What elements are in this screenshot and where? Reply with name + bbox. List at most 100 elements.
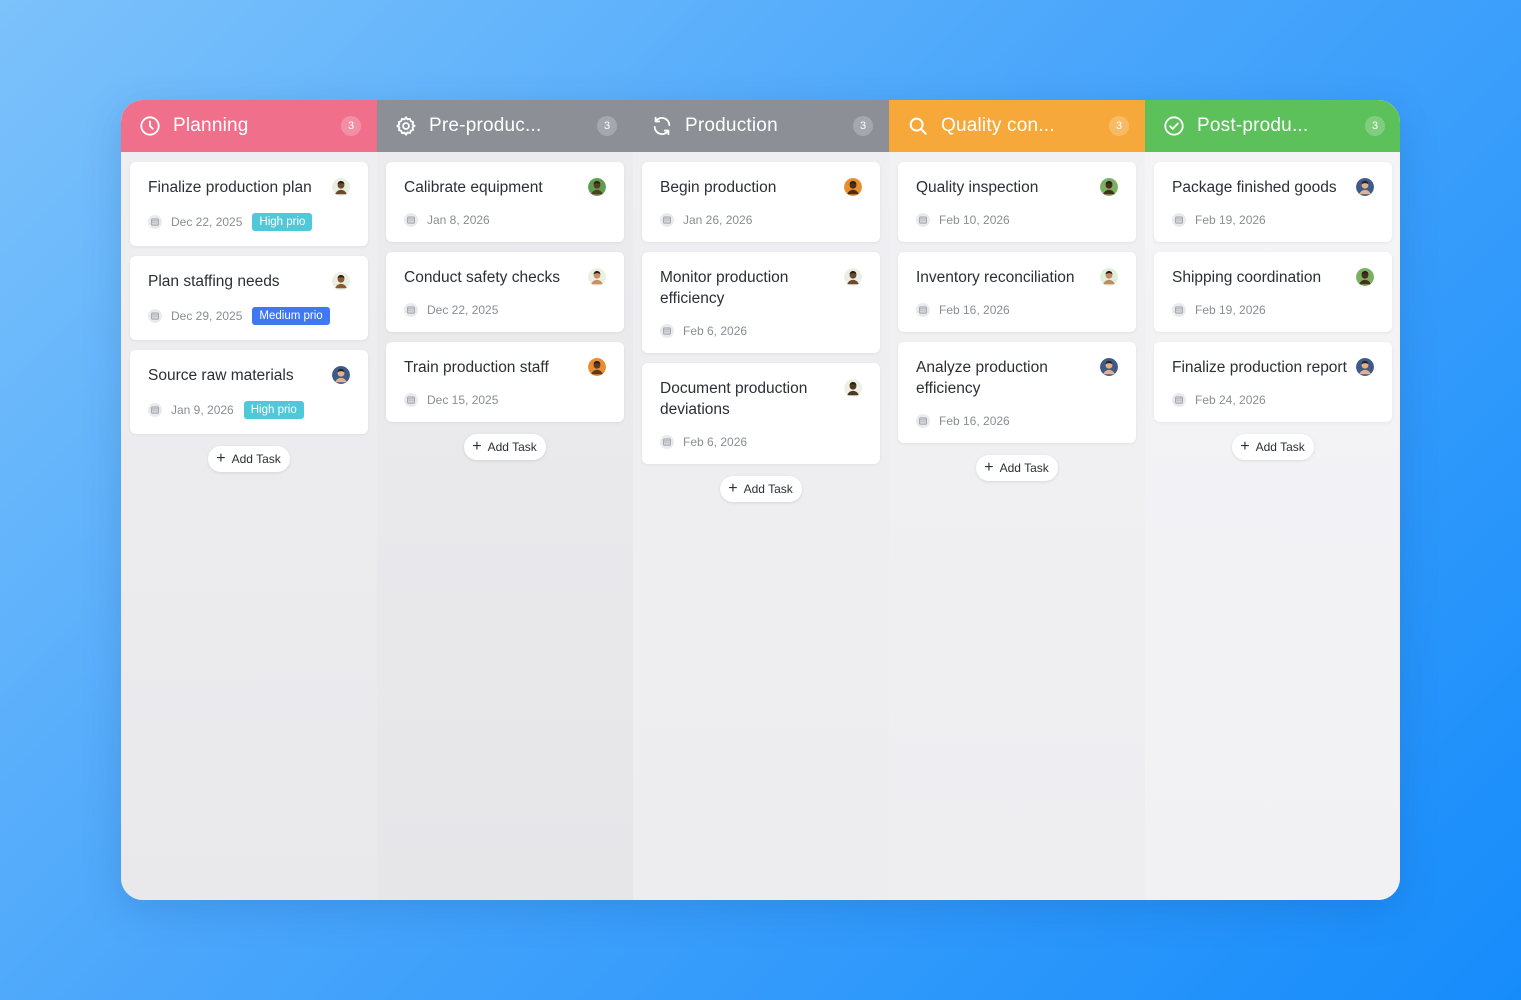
calendar-icon — [1172, 213, 1186, 227]
column-title: Pre-produc... — [429, 115, 542, 136]
assignee-avatar[interactable] — [1356, 178, 1374, 196]
add-task-label: Add Task — [487, 440, 537, 454]
due-date: Dec 15, 2025 — [427, 393, 499, 407]
due-date: Jan 9, 2026 — [171, 403, 234, 417]
task-title: Source raw materials — [148, 367, 294, 384]
task-title: Monitor production efficiency — [660, 269, 789, 307]
column-body: Package finished goods Feb 19, 2026 Shippi… — [1145, 152, 1400, 460]
task-meta: Feb 24, 2026 — [1172, 393, 1374, 407]
assignee-avatar[interactable] — [844, 379, 862, 397]
calendar-icon — [404, 213, 418, 227]
due-date: Dec 22, 2025 — [171, 215, 243, 229]
task-meta: Dec 22, 2025 — [404, 303, 606, 317]
task-card[interactable]: Conduct safety checks Dec 22, 2025 — [386, 252, 624, 332]
task-title: Finalize production report — [1172, 359, 1347, 376]
task-title: Begin production — [660, 179, 777, 196]
task-card-header: Begin production — [660, 177, 862, 198]
calendar-icon — [148, 309, 162, 323]
task-card[interactable]: Finalize production plan Dec 22, 2025 High… — [130, 162, 368, 246]
assignee-avatar[interactable] — [1100, 268, 1118, 286]
task-card[interactable]: Plan staffing needs Dec 29, 2025 Medium pr… — [130, 256, 368, 340]
refresh-icon — [651, 115, 673, 137]
calendar-icon — [660, 324, 674, 338]
column-header[interactable]: Quality con... 3 — [889, 100, 1145, 152]
column-body: Begin production Jan 26, 2026 Monitor prod… — [633, 152, 889, 502]
task-card-header: Package finished goods — [1172, 177, 1374, 198]
assignee-avatar[interactable] — [588, 268, 606, 286]
task-card-header: Inventory reconciliation — [916, 267, 1118, 288]
column-header[interactable]: Pre-produc... 3 — [377, 100, 633, 152]
task-card-header: Quality inspection — [916, 177, 1118, 198]
kanban-board: Planning 3 Finalize production plan Dec 22,… — [121, 100, 1400, 900]
column-title: Quality con... — [941, 115, 1055, 136]
add-task-button[interactable]: + Add Task — [208, 446, 290, 472]
task-card[interactable]: Train production staff Dec 15, 2025 — [386, 342, 624, 422]
column-header[interactable]: Production 3 — [633, 100, 889, 152]
task-card[interactable]: Begin production Jan 26, 2026 — [642, 162, 880, 242]
task-card[interactable]: Monitor production efficiency Feb 6, 2026 — [642, 252, 880, 353]
assignee-avatar[interactable] — [844, 178, 862, 196]
due-date: Dec 22, 2025 — [427, 303, 499, 317]
add-task-label: Add Task — [231, 452, 281, 466]
app-frame: Planning 3 Finalize production plan Dec 22,… — [0, 0, 1521, 1000]
task-card[interactable]: Quality inspection Feb 10, 2026 — [898, 162, 1136, 242]
add-task-label: Add Task — [999, 461, 1049, 475]
column-header[interactable]: Post-produ... 3 — [1145, 100, 1400, 152]
priority-badge: High prio — [243, 401, 304, 419]
assignee-avatar[interactable] — [332, 366, 350, 384]
assignee-avatar[interactable] — [1356, 358, 1374, 376]
task-title: Conduct safety checks — [404, 269, 560, 286]
task-card-header: Plan staffing needs — [148, 271, 350, 292]
task-meta: Feb 6, 2026 — [660, 435, 862, 449]
due-date: Dec 29, 2025 — [171, 309, 243, 323]
task-card[interactable]: Document production deviations Feb 6, 202… — [642, 363, 880, 464]
add-task-button[interactable]: + Add Task — [1232, 434, 1314, 460]
task-card[interactable]: Inventory reconciliation Feb 16, 2026 — [898, 252, 1136, 332]
assignee-avatar[interactable] — [588, 358, 606, 376]
calendar-icon — [916, 213, 930, 227]
add-task-button[interactable]: + Add Task — [720, 476, 802, 502]
task-card-header: Conduct safety checks — [404, 267, 606, 288]
task-card[interactable]: Shipping coordination Feb 19, 2026 — [1154, 252, 1392, 332]
column-pre-produc: Pre-produc... 3 Calibrate equipment Jan 8, … — [377, 100, 633, 900]
task-card-header: Document production deviations — [660, 378, 862, 420]
assignee-avatar[interactable] — [332, 178, 350, 196]
add-task-label: Add Task — [743, 482, 793, 496]
assignee-avatar[interactable] — [1356, 268, 1374, 286]
assignee-avatar[interactable] — [844, 268, 862, 286]
task-meta: Feb 6, 2026 — [660, 324, 862, 338]
task-card-header: Train production staff — [404, 357, 606, 378]
add-task-button[interactable]: + Add Task — [464, 434, 546, 460]
task-card[interactable]: Calibrate equipment Jan 8, 2026 — [386, 162, 624, 242]
task-meta: Feb 16, 2026 — [916, 303, 1118, 317]
column-header[interactable]: Planning 3 — [121, 100, 377, 152]
task-title: Finalize production plan — [148, 179, 312, 196]
task-card-header: Monitor production efficiency — [660, 267, 862, 309]
column-count-badge: 3 — [1365, 116, 1385, 136]
column-quality-con: Quality con... 3 Quality inspection Feb 10,… — [889, 100, 1145, 900]
assignee-avatar[interactable] — [1100, 178, 1118, 196]
assignee-avatar[interactable] — [1100, 358, 1118, 376]
priority-badge: Medium prio — [252, 307, 330, 325]
task-meta: Dec 29, 2025 Medium prio — [148, 307, 350, 325]
add-task-button[interactable]: + Add Task — [976, 455, 1058, 481]
calendar-icon — [404, 303, 418, 317]
column-body: Finalize production plan Dec 22, 2025 High… — [121, 152, 377, 472]
search-icon — [907, 115, 929, 137]
plus-icon: + — [728, 480, 738, 497]
plus-icon: + — [216, 450, 226, 467]
task-card[interactable]: Analyze production efficiency Feb 16, 202… — [898, 342, 1136, 443]
priority-badge: High prio — [252, 213, 313, 231]
add-task-label: Add Task — [1255, 440, 1305, 454]
calendar-icon — [148, 215, 162, 229]
assignee-avatar[interactable] — [588, 178, 606, 196]
gear-icon — [395, 115, 417, 137]
task-card[interactable]: Source raw materials Jan 9, 2026 High prio — [130, 350, 368, 434]
column-planning: Planning 3 Finalize production plan Dec 22,… — [121, 100, 377, 900]
task-card[interactable]: Finalize production report Feb 24, 2026 — [1154, 342, 1392, 422]
clock-icon — [139, 115, 161, 137]
due-date: Feb 19, 2026 — [1195, 213, 1266, 227]
column-production: Production 3 Begin production Jan 26, 2026 M… — [633, 100, 889, 900]
assignee-avatar[interactable] — [332, 272, 350, 290]
task-card[interactable]: Package finished goods Feb 19, 2026 — [1154, 162, 1392, 242]
